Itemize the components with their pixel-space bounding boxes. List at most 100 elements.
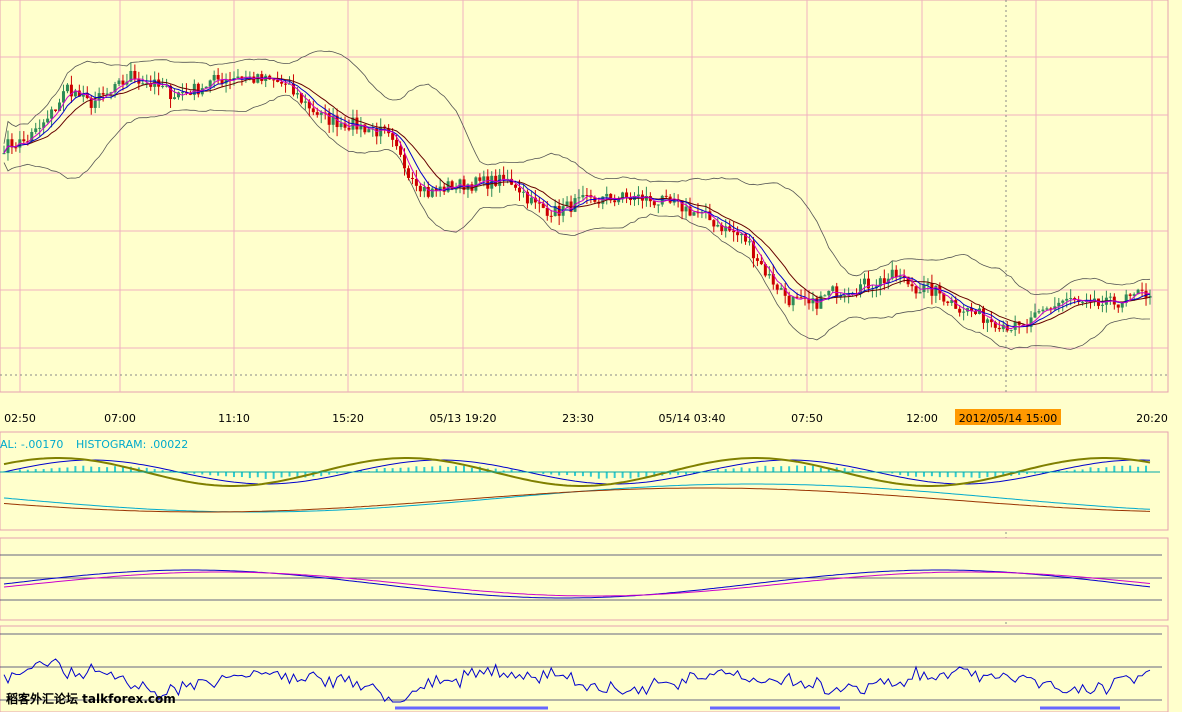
- candle-body: [1061, 300, 1065, 303]
- candle-body: [399, 146, 403, 155]
- candle-body: [557, 205, 561, 216]
- candle-body: [1144, 290, 1148, 298]
- macd-histogram-bar: [288, 472, 291, 477]
- macd-histogram-bar: [58, 467, 61, 472]
- candle-body: [514, 184, 518, 188]
- macd-histogram-bar: [98, 467, 101, 472]
- macd-histogram-bar: [740, 467, 743, 472]
- candle-body: [180, 92, 184, 94]
- macd-histogram-bar: [558, 472, 561, 476]
- candle-body: [692, 212, 696, 216]
- candle-body: [613, 200, 617, 203]
- macd-histogram-bar: [819, 467, 822, 472]
- macd-histogram-bar: [938, 472, 941, 478]
- macd-histogram-bar: [455, 466, 458, 472]
- macd-histogram-bar: [946, 472, 949, 478]
- macd-histogram-bar: [764, 465, 767, 472]
- candle-body: [474, 177, 478, 191]
- x-tick-label: 12:00: [906, 412, 938, 425]
- candle-body: [494, 175, 498, 186]
- candle-body: [93, 100, 97, 108]
- candle-body: [478, 177, 482, 181]
- candle-body: [1128, 294, 1132, 296]
- candle-body: [787, 295, 791, 306]
- candle-body: [14, 147, 18, 149]
- candle-body: [716, 225, 720, 227]
- candle-body: [101, 93, 105, 95]
- candle-body: [1116, 304, 1120, 308]
- candle-body: [121, 80, 125, 85]
- macd-histogram-label: HISTOGRAM: .00022: [76, 438, 188, 451]
- macd-histogram-bar: [82, 465, 85, 472]
- candle-body: [652, 201, 656, 206]
- x-tick-label: 05/14 03:40: [659, 412, 726, 425]
- macd-histogram-bar: [994, 472, 997, 477]
- macd-histogram-bar: [804, 465, 807, 472]
- macd-histogram-bar: [423, 467, 426, 472]
- candle-body: [985, 319, 989, 323]
- candle-body: [212, 74, 216, 81]
- candle-body: [1140, 289, 1144, 291]
- macd-histogram-bar: [225, 472, 228, 477]
- candle-body: [795, 296, 799, 298]
- candle-body: [962, 311, 966, 313]
- candle-body: [161, 86, 165, 88]
- candle-body: [367, 129, 371, 133]
- candle-body: [117, 80, 121, 85]
- candle-body: [173, 97, 177, 100]
- x-tick-label: 11:10: [218, 412, 250, 425]
- macd-histogram-bar: [272, 472, 275, 479]
- macd-histogram-bar: [589, 472, 592, 477]
- macd-histogram-bar: [264, 472, 267, 479]
- macd-histogram-bar: [240, 472, 243, 478]
- candle-body: [831, 286, 835, 291]
- x-tick-label: 15:20: [332, 412, 364, 425]
- candle-body: [236, 76, 240, 79]
- candle-body: [981, 308, 985, 323]
- macd-histogram-bar: [605, 472, 608, 479]
- macd-histogram-bar: [597, 472, 600, 479]
- candle-body: [486, 176, 490, 189]
- macd-histogram-bar: [930, 472, 933, 477]
- candle-body: [799, 297, 803, 299]
- macd-histogram-bar: [1121, 465, 1124, 472]
- macd-histogram-bar: [748, 468, 751, 472]
- candle-body: [894, 269, 898, 278]
- candle-body: [577, 197, 581, 199]
- candle-body: [755, 258, 759, 261]
- candle-body: [1033, 312, 1037, 318]
- candle-body: [216, 74, 220, 80]
- candle-body: [65, 84, 69, 92]
- x-axis: 02:50 07:00 11:10 15:20 05/13 19:20 23:30 05/1…: [4, 409, 1168, 425]
- x-tick-label: 20:20: [1136, 412, 1168, 425]
- candle-body: [636, 194, 640, 197]
- candle-body: [910, 284, 914, 287]
- candle-body: [50, 109, 54, 119]
- candle-body: [133, 70, 137, 80]
- candle-body: [529, 197, 533, 204]
- macd-histogram-bar: [431, 466, 434, 472]
- candle-body: [791, 296, 795, 306]
- macd-histogram-bar: [114, 466, 117, 472]
- candle-body: [775, 284, 779, 290]
- candle-body: [355, 117, 359, 130]
- candle-body: [2, 153, 6, 155]
- candle-body: [450, 181, 454, 190]
- candle-body: [736, 232, 740, 236]
- candle-body: [656, 204, 660, 206]
- candle-body: [1069, 298, 1073, 300]
- macd-histogram-bar: [780, 466, 783, 472]
- macd-histogram-bar: [1089, 467, 1092, 472]
- macd-histogram-bar: [970, 472, 973, 478]
- macd-histogram-bar: [613, 472, 616, 478]
- candle-body: [1045, 308, 1049, 310]
- macd-histogram-bar: [788, 466, 791, 472]
- macd-histogram-bar: [90, 466, 93, 472]
- macd-histogram-bar: [1105, 467, 1108, 472]
- candle-body: [315, 112, 319, 115]
- candle-body: [759, 260, 763, 265]
- candle-body: [403, 154, 407, 169]
- candle-body: [930, 283, 934, 296]
- candle-body: [1013, 321, 1017, 330]
- macd-histogram-bar: [629, 472, 632, 479]
